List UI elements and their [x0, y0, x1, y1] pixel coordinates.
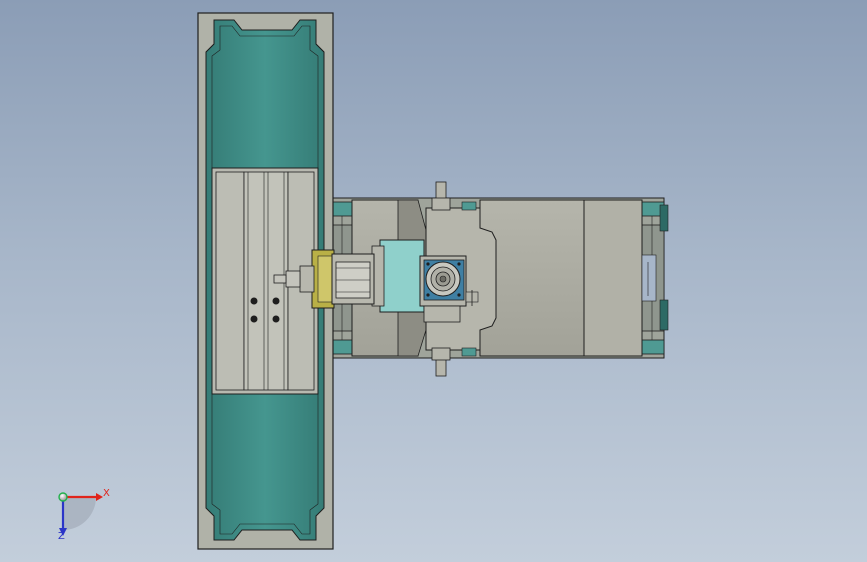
axis-x-label: X: [103, 488, 110, 499]
gearbox-block[interactable]: [379, 239, 425, 313]
cad-viewport[interactable]: X Z: [0, 0, 867, 562]
y-axis-origin: [58, 492, 68, 502]
axis-z-label: Z: [58, 531, 65, 542]
axis-triad[interactable]: [58, 492, 103, 536]
model-drawing: [58, 12, 669, 550]
y-axis-carriage[interactable]: [329, 181, 669, 377]
